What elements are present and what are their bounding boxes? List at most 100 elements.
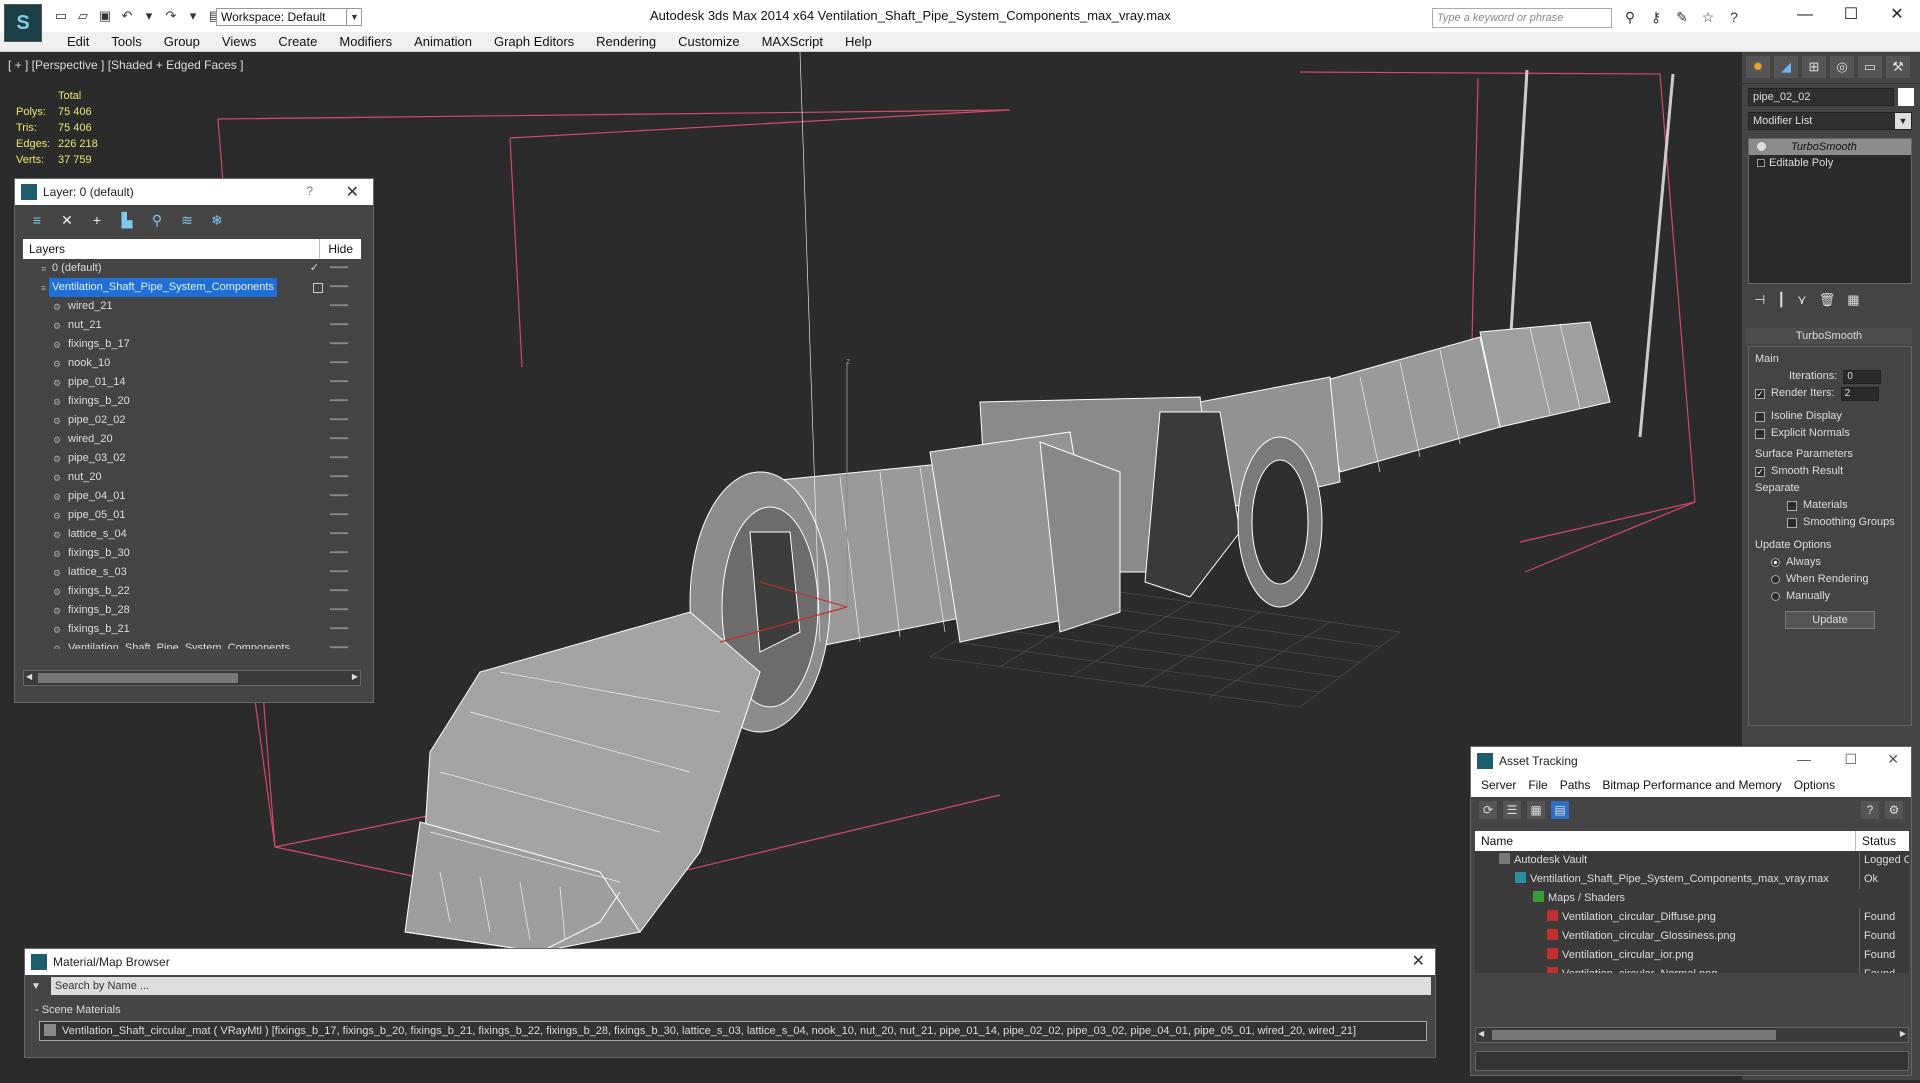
- save-icon[interactable]: ▣: [96, 8, 114, 24]
- options-triangle-icon[interactable]: ▼: [31, 981, 41, 992]
- smooth-result-checkbox[interactable]: ✓: [1755, 466, 1765, 477]
- freeze-all-icon[interactable]: ❄: [207, 211, 227, 229]
- iterations-spinner[interactable]: 0: [1843, 369, 1882, 384]
- col-status[interactable]: Status: [1855, 831, 1896, 851]
- select-objects-icon[interactable]: ▙: [117, 211, 137, 229]
- help-icon[interactable]: ?: [1861, 801, 1879, 819]
- highlight-layer-icon[interactable]: ⚲: [147, 211, 167, 229]
- scrollbar-thumb[interactable]: [1492, 1030, 1776, 1040]
- menu-tools[interactable]: Tools: [100, 32, 152, 51]
- expand-icon[interactable]: [1757, 159, 1765, 167]
- refresh-icon[interactable]: ⟳: [1479, 801, 1497, 819]
- hide-all-icon[interactable]: ≋: [177, 211, 197, 229]
- motion-tab-icon[interactable]: ◎: [1830, 56, 1854, 78]
- stack-item-turbosmooth[interactable]: TurboSmooth: [1749, 139, 1911, 155]
- col-name[interactable]: Name: [1481, 831, 1513, 851]
- hide-toggle[interactable]: ━━━: [330, 487, 348, 506]
- object-color-swatch[interactable]: [1898, 88, 1914, 106]
- hide-toggle[interactable]: ━━━: [330, 430, 348, 449]
- layer-row[interactable]: ⚙ fixings_b_21 ━━━: [23, 620, 361, 639]
- layer-row[interactable]: ⚙ fixings_b_28 ━━━: [23, 601, 361, 620]
- menu-maxscript[interactable]: MAXScript: [751, 32, 834, 51]
- set-current-checkbox[interactable]: [313, 283, 323, 293]
- viewport-label[interactable]: [ + ] [Perspective ] [Shaded + Edged Fac…: [8, 58, 243, 72]
- app-logo[interactable]: S: [4, 4, 42, 42]
- undo-icon[interactable]: ↶: [118, 8, 136, 24]
- undo-dropdown-icon[interactable]: ▾: [140, 8, 158, 24]
- asset-tracking-titlebar[interactable]: Asset Tracking — ☐ ✕: [1471, 747, 1911, 775]
- hide-toggle[interactable]: ━━━: [330, 373, 348, 392]
- hide-toggle[interactable]: ━━━: [330, 297, 348, 316]
- layer-row[interactable]: ⚙ Ventilation_Shaft_Pipe_System_Component…: [23, 639, 361, 649]
- help-icon[interactable]: ?: [1724, 8, 1744, 26]
- layer-row[interactable]: ≡ 0 (default) ✓ ━━━: [23, 259, 361, 278]
- hide-toggle[interactable]: ━━━: [330, 392, 348, 411]
- hide-toggle[interactable]: ━━━: [330, 449, 348, 468]
- layer-row[interactable]: ⚙ pipe_04_01 ━━━: [23, 487, 361, 506]
- layer-row[interactable]: ⚙ pipe_05_01 ━━━: [23, 506, 361, 525]
- scrollbar-thumb[interactable]: [38, 673, 238, 683]
- create-layer-icon[interactable]: ≡: [27, 211, 47, 229]
- hide-toggle[interactable]: ━━━: [330, 354, 348, 373]
- layer-row[interactable]: ≡ Ventilation_Shaft_Pipe_System_Component…: [23, 278, 361, 297]
- close-icon[interactable]: ✕: [1412, 951, 1425, 971]
- search-input[interactable]: Search by Name ...: [50, 977, 1431, 995]
- binoculars-icon[interactable]: ⚲: [1620, 8, 1640, 26]
- create-tab-icon[interactable]: ✹: [1746, 56, 1770, 78]
- asset-row[interactable]: Ventilation_circular_Glossiness.png Found: [1475, 927, 1909, 946]
- hide-toggle[interactable]: ━━━: [330, 259, 348, 278]
- table-view-icon[interactable]: ▤: [1551, 801, 1569, 819]
- key-icon[interactable]: ⚷: [1646, 8, 1666, 26]
- chevron-down-icon[interactable]: ▼: [346, 8, 362, 26]
- hide-toggle[interactable]: ━━━: [330, 544, 348, 563]
- object-name-field[interactable]: pipe_02_02: [1748, 88, 1894, 106]
- open-file-icon[interactable]: ▱: [74, 8, 92, 24]
- menu-rendering[interactable]: Rendering: [585, 32, 667, 51]
- redo-icon[interactable]: ↷: [162, 8, 180, 24]
- chevron-down-icon[interactable]: ▼: [1895, 113, 1911, 129]
- hide-toggle[interactable]: ━━━: [330, 278, 348, 297]
- menu-edit[interactable]: Edit: [56, 32, 100, 51]
- options-icon[interactable]: ⚙: [1885, 801, 1903, 819]
- layer-row[interactable]: ⚙ nut_21 ━━━: [23, 316, 361, 335]
- render-iters-checkbox[interactable]: ✓: [1755, 388, 1765, 399]
- layer-row[interactable]: ⚙ lattice_s_03 ━━━: [23, 563, 361, 582]
- explicit-normals-checkbox[interactable]: [1755, 428, 1765, 439]
- utilities-tab-icon[interactable]: ⚒: [1886, 56, 1910, 78]
- render-iters-spinner[interactable]: 2: [1840, 386, 1879, 401]
- close-icon[interactable]: ✕: [346, 182, 359, 202]
- stack-item-editable-poly[interactable]: Editable Poly: [1749, 155, 1911, 171]
- layer-row[interactable]: ⚙ fixings_b_17 ━━━: [23, 335, 361, 354]
- menu-modifiers[interactable]: Modifiers: [328, 32, 403, 51]
- redo-dropdown-icon[interactable]: ▾: [184, 8, 202, 24]
- make-unique-icon[interactable]: ⋎: [1797, 292, 1807, 314]
- menu-bitmap-performance[interactable]: Bitmap Performance and Memory: [1596, 775, 1787, 797]
- configure-sets-icon[interactable]: ▦: [1847, 292, 1859, 314]
- remove-modifier-icon[interactable]: 🗑: [1819, 292, 1836, 314]
- menu-server[interactable]: Server: [1475, 775, 1522, 797]
- asset-row[interactable]: Ventilation_circular_Diffuse.png Found: [1475, 908, 1909, 927]
- turbosmooth-rollout-header[interactable]: TurboSmooth: [1746, 328, 1912, 344]
- add-to-layer-icon[interactable]: +: [87, 211, 107, 229]
- chevron-left-icon[interactable]: ◀: [26, 672, 32, 681]
- menu-help[interactable]: Help: [834, 32, 883, 51]
- layer-row[interactable]: ⚙ fixings_b_22 ━━━: [23, 582, 361, 601]
- hide-toggle[interactable]: ━━━: [330, 601, 348, 620]
- hide-toggle[interactable]: ━━━: [330, 582, 348, 601]
- layer-row[interactable]: ⚙ pipe_02_02 ━━━: [23, 411, 361, 430]
- delete-layer-icon[interactable]: ✕: [57, 211, 77, 229]
- hide-toggle[interactable]: ━━━: [330, 525, 348, 544]
- horizontal-scrollbar[interactable]: ◀ ▶: [23, 670, 361, 686]
- hide-toggle[interactable]: ━━━: [330, 506, 348, 525]
- new-file-icon[interactable]: ▭: [52, 8, 70, 24]
- asset-row[interactable]: Ventilation_Shaft_Pipe_System_Components…: [1475, 870, 1909, 889]
- layer-row[interactable]: ⚙ fixings_b_30 ━━━: [23, 544, 361, 563]
- col-hide[interactable]: Hide: [319, 239, 353, 259]
- display-tab-icon[interactable]: ▭: [1858, 56, 1882, 78]
- scene-materials-group[interactable]: - Scene Materials: [25, 1001, 1435, 1019]
- close-button[interactable]: ✕: [1887, 751, 1899, 768]
- subscription-icon[interactable]: ✎: [1672, 8, 1692, 26]
- menu-paths[interactable]: Paths: [1554, 775, 1597, 797]
- always-radio[interactable]: [1771, 558, 1780, 567]
- layer-row[interactable]: ⚙ lattice_s_04 ━━━: [23, 525, 361, 544]
